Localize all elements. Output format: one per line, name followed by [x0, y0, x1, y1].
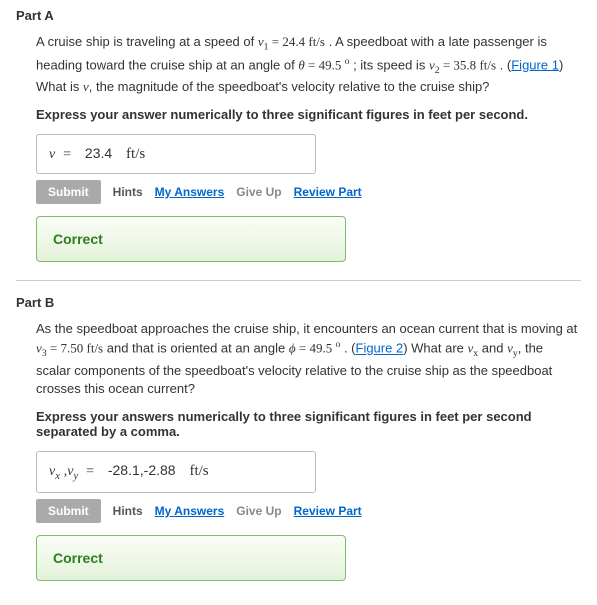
- part-b: Part B As the speedboat approaches the c…: [16, 295, 581, 581]
- text: As the speedboat approaches the cruise s…: [36, 321, 577, 336]
- eq: = 49.5: [305, 57, 345, 72]
- part-a-button-row: Submit Hints My Answers Give Up Review P…: [36, 180, 581, 204]
- submit-button[interactable]: Submit: [36, 180, 101, 204]
- hints-label[interactable]: Hints: [113, 185, 143, 199]
- text: . (: [496, 57, 511, 72]
- give-up-link[interactable]: Give Up: [236, 185, 281, 199]
- part-b-title: Part B: [16, 295, 581, 310]
- part-a-body: A cruise ship is traveling at a speed of…: [16, 33, 581, 262]
- var-phi: ϕ: [289, 341, 296, 356]
- part-a-correct-box: Correct: [36, 216, 346, 262]
- part-a: Part A A cruise ship is traveling at a s…: [16, 8, 581, 262]
- correct-label: Correct: [53, 231, 103, 247]
- answer-value: -28.1,-2.88: [102, 462, 182, 478]
- part-a-answer-box: v = 23.4 ft/s: [36, 134, 316, 174]
- answer-unit: ft/s: [185, 463, 208, 479]
- text: ; its speed is: [349, 57, 428, 72]
- part-a-instruction: Express your answer numerically to three…: [36, 107, 581, 122]
- eq: = 24.4: [269, 34, 309, 49]
- text: ) What are: [403, 341, 467, 356]
- text: and: [478, 341, 507, 356]
- submit-button[interactable]: Submit: [36, 499, 101, 523]
- give-up-link[interactable]: Give Up: [236, 504, 281, 518]
- answer-unit: ft/s: [122, 146, 145, 162]
- part-b-button-row: Submit Hints My Answers Give Up Review P…: [36, 499, 581, 523]
- review-part-link[interactable]: Review Part: [294, 185, 362, 199]
- answer-lhs: v: [49, 147, 55, 162]
- answer-lhs-vy-sub: y: [74, 471, 79, 482]
- unit: ft/s: [308, 34, 325, 49]
- separator: [16, 280, 581, 281]
- text: A cruise ship is traveling at a speed of: [36, 34, 258, 49]
- part-b-body: As the speedboat approaches the cruise s…: [16, 320, 581, 581]
- my-answers-link[interactable]: My Answers: [155, 185, 225, 199]
- my-answers-link[interactable]: My Answers: [155, 504, 225, 518]
- answer-value: 23.4: [79, 145, 118, 161]
- eq: = 49.5: [296, 341, 336, 356]
- eq: = 35.8: [440, 57, 480, 72]
- correct-label: Correct: [53, 550, 103, 566]
- part-a-prompt: A cruise ship is traveling at a speed of…: [36, 33, 581, 97]
- unit: ft/s: [479, 57, 496, 72]
- text: and that is oriented at an angle: [103, 341, 289, 356]
- unit: ft/s: [87, 341, 104, 356]
- hints-label[interactable]: Hints: [113, 504, 143, 518]
- part-a-title: Part A: [16, 8, 581, 23]
- answer-lhs-vx-sub: x: [55, 471, 60, 482]
- text: , the magnitude of the speedboat's veloc…: [89, 79, 490, 94]
- figure-1-link[interactable]: Figure 1: [511, 57, 559, 72]
- review-part-link[interactable]: Review Part: [294, 504, 362, 518]
- part-b-instruction: Express your answers numerically to thre…: [36, 409, 581, 439]
- eq: = 7.50: [47, 341, 87, 356]
- part-b-prompt: As the speedboat approaches the cruise s…: [36, 320, 581, 400]
- part-b-correct-box: Correct: [36, 535, 346, 581]
- answer-eq: =: [59, 147, 75, 162]
- figure-2-link[interactable]: Figure 2: [356, 341, 404, 356]
- part-b-answer-box: vx ,vy = -28.1,-2.88 ft/s: [36, 451, 316, 493]
- answer-eq: =: [82, 464, 98, 479]
- text: . (: [340, 341, 355, 356]
